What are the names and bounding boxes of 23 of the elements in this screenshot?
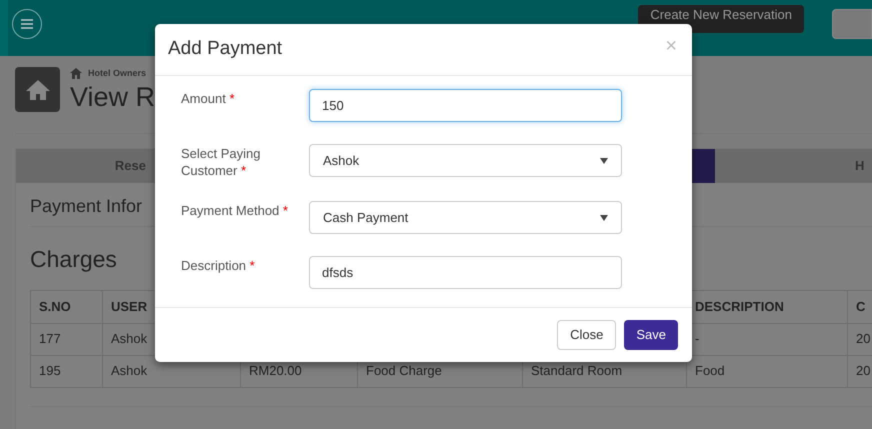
- column-header: C: [848, 290, 872, 323]
- home-icon: [70, 68, 82, 80]
- table-cell: 177: [30, 323, 102, 355]
- input-field[interactable]: dfsds: [309, 256, 622, 289]
- create-reservation-button[interactable]: Create New Reservation: [638, 5, 804, 33]
- column-header: S.NO: [30, 290, 102, 323]
- page-title: View R: [70, 80, 156, 112]
- close-button[interactable]: Close: [557, 320, 616, 350]
- select-field[interactable]: Cash Payment: [309, 201, 622, 234]
- input-field[interactable]: 150: [309, 89, 622, 122]
- select-field[interactable]: Ashok: [309, 144, 622, 177]
- field-label: Description *: [181, 257, 256, 275]
- field-label: Payment Method *: [181, 202, 289, 220]
- charges-title: Charges: [30, 245, 117, 274]
- home-icon: [15, 67, 60, 112]
- menu-icon[interactable]: [12, 9, 42, 39]
- field-label: Amount *: [181, 90, 236, 108]
- save-button[interactable]: Save: [624, 320, 678, 350]
- field-label: Select Paying Customer *: [181, 145, 262, 179]
- caret-icon: [600, 158, 608, 164]
- table-cell: 195: [30, 355, 102, 387]
- dialog-title: Add Payment: [168, 37, 282, 62]
- caret-icon: [600, 214, 608, 220]
